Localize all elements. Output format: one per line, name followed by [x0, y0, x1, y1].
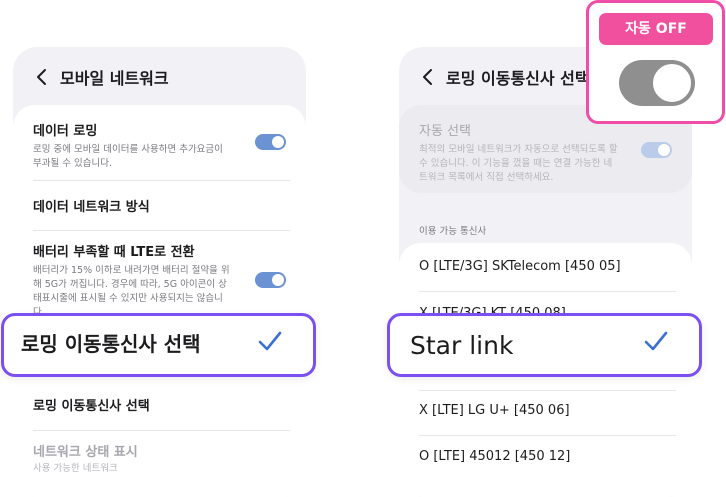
battery-lte-title: 배터리 부족할 때 LTE로 전환 — [33, 245, 195, 260]
divider — [419, 435, 676, 436]
divider — [419, 390, 676, 391]
divider — [419, 291, 676, 292]
toggle-knob — [651, 62, 693, 104]
divider — [33, 230, 290, 231]
highlight-label: Star link — [410, 331, 514, 360]
page-title: 로밍 이동통신사 선택 — [446, 69, 590, 88]
auto-select-toggle[interactable] — [641, 142, 672, 158]
auto-select-toggle-zoomed[interactable] — [619, 60, 695, 106]
page-title: 모바일 네트워크 — [60, 69, 169, 88]
data-roaming-toggle[interactable] — [255, 134, 286, 150]
battery-lte-toggle[interactable] — [255, 272, 286, 288]
network-status-row[interactable]: 네트워크 상태 표시 사용 가능한 네트워크 — [33, 441, 290, 476]
carrier-item[interactable]: O [LTE/3G] SKTelecom [450 05] — [419, 259, 621, 274]
mobile-network-screen: 모바일 네트워크 데이터 로밍 로밍 중에 모바일 데이터를 사용하면 추가요금… — [13, 47, 306, 497]
network-status-title: 네트워크 상태 표시 — [33, 445, 138, 460]
battery-lte-row[interactable]: 배터리 부족할 때 LTE로 전환 배터리가 15% 이하로 내려가면 배터리 … — [33, 241, 290, 320]
back-arrow-icon[interactable] — [421, 68, 433, 86]
network-mode-row[interactable]: 데이터 네트워크 방식 — [33, 196, 290, 215]
network-mode-title: 데이터 네트워크 방식 — [33, 200, 150, 215]
divider — [33, 180, 290, 181]
checkmark-icon — [643, 329, 669, 353]
data-roaming-row[interactable]: 데이터 로밍 로밍 중에 모바일 데이터를 사용하면 추가요금이 부과될 수 있… — [33, 120, 290, 171]
data-roaming-subtitle: 로밍 중에 모바일 데이터를 사용하면 추가요금이 부과될 수 있습니다. — [33, 144, 223, 169]
roaming-carrier-highlight[interactable]: 로밍 이동통신사 선택 — [1, 313, 316, 377]
highlight-label: 로밍 이동통신사 선택 — [21, 332, 201, 356]
checkmark-icon — [257, 329, 283, 353]
roaming-carrier-row[interactable]: 로밍 이동통신사 선택 — [33, 395, 290, 414]
carrier-item[interactable]: X [LTE] LG U+ [450 06] — [419, 403, 570, 418]
divider — [33, 430, 290, 431]
auto-select-subtitle: 최적의 모바일 네트워크가 자동으로 선택되도록 할 수 있습니다. 이 기능을… — [419, 144, 618, 183]
auto-off-badge: 자동 OFF — [599, 13, 713, 45]
back-arrow-icon[interactable] — [35, 68, 47, 86]
section-label: 이용 가능 통신사 — [419, 226, 487, 237]
toggle-knob — [658, 144, 670, 156]
network-status-subtitle: 사용 가능한 네트워크 — [33, 463, 118, 474]
toggle-knob — [272, 136, 284, 148]
data-roaming-title: 데이터 로밍 — [33, 124, 98, 139]
toggle-knob — [272, 274, 284, 286]
auto-off-callout: 자동 OFF — [586, 0, 725, 124]
star-link-highlight[interactable]: Star link — [387, 313, 702, 377]
header: 모바일 네트워크 — [13, 47, 306, 107]
auto-select-row[interactable]: 자동 선택 최적의 모바일 네트워크가 자동으로 선택되도록 할 수 있습니다.… — [419, 120, 676, 185]
carrier-item[interactable]: O [LTE] 45012 [450 12] — [419, 449, 570, 464]
battery-lte-subtitle: 배터리가 15% 이하로 내려가면 배터리 절약을 위해 5G가 꺼집니다. 경… — [33, 265, 230, 318]
roaming-carrier-title: 로밍 이동통신사 선택 — [33, 399, 150, 414]
settings-card: 데이터 로밍 로밍 중에 모바일 데이터를 사용하면 추가요금이 부과될 수 있… — [13, 105, 306, 497]
